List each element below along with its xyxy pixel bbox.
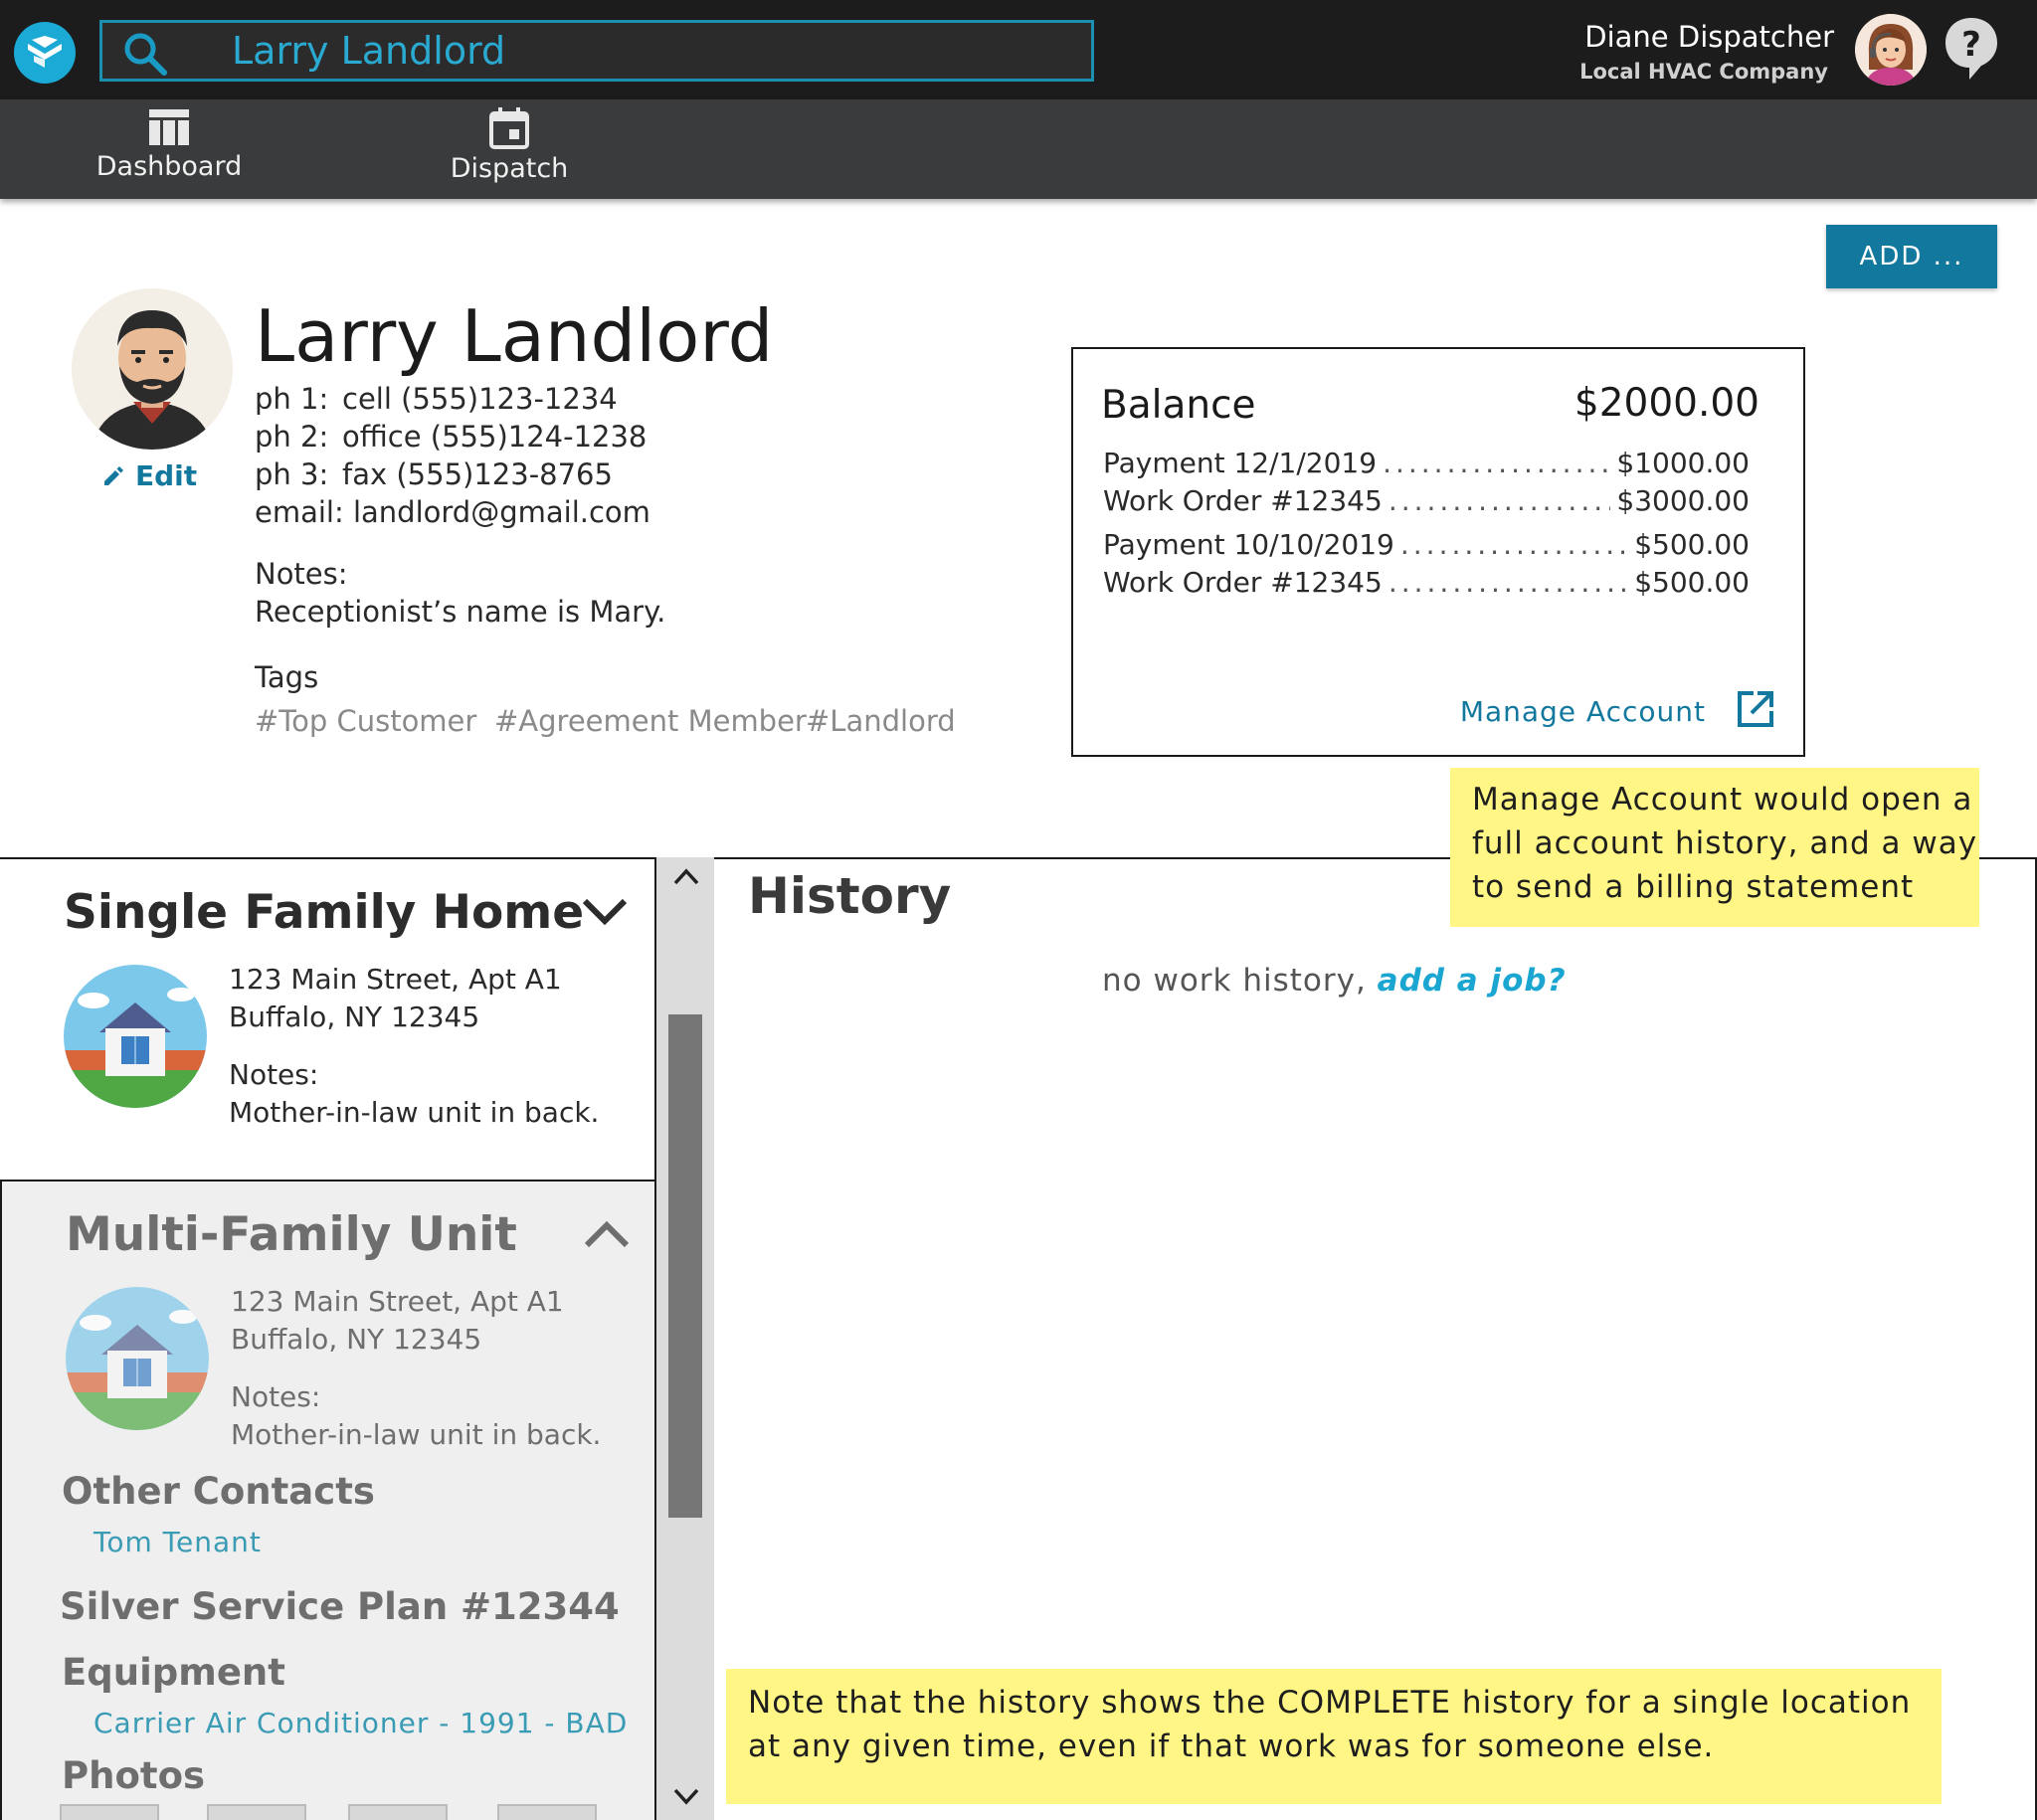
photo-thumbnail[interactable]: [207, 1804, 306, 1820]
ledger-amount: $500.00: [1634, 566, 1750, 599]
email-value: landlord@gmail.com: [352, 495, 650, 529]
search-input[interactable]: [232, 29, 1067, 73]
phone-label: ph 3:: [255, 457, 329, 491]
tags-label: Tags: [255, 660, 319, 694]
tag-agreement-member[interactable]: #Agreement Member: [494, 704, 807, 738]
nav-item-dispatch[interactable]: Dispatch: [400, 99, 619, 199]
phone-value: cell (555)123-1234: [342, 382, 618, 416]
external-link-icon[interactable]: [1736, 689, 1775, 729]
scrollbar[interactable]: [656, 857, 714, 1820]
empty-text: no work history,: [1102, 963, 1378, 999]
user-avatar[interactable]: [1855, 14, 1927, 86]
search-box[interactable]: [99, 20, 1094, 82]
history-title: History: [748, 867, 952, 925]
service-plan-title[interactable]: Silver Service Plan #12344: [60, 1585, 620, 1628]
ledger-label: Work Order #12345: [1103, 566, 1383, 599]
location-address-1: 123 Main Street, Apt A1: [229, 963, 562, 996]
scroll-up-icon[interactable]: [672, 865, 700, 889]
phone-2[interactable]: ph 2: office (555)124-1238: [255, 420, 647, 454]
add-job-link[interactable]: add a job?: [1378, 963, 1567, 999]
ledger-row: Work Order #12345.......................…: [1103, 484, 1750, 517]
email-line[interactable]: email: landlord@gmail.com: [255, 495, 650, 529]
other-contacts-title: Other Contacts: [62, 1470, 375, 1513]
location-notes-label: Notes:: [231, 1380, 321, 1413]
ledger-label: Payment 12/1/2019: [1103, 447, 1378, 479]
balance-title: Balance: [1101, 383, 1256, 428]
photo-thumbnail[interactable]: [497, 1804, 597, 1820]
top-bar: Diane Dispatcher Local HVAC Company ?: [0, 0, 2037, 99]
location-notes-label: Notes:: [229, 1058, 319, 1091]
user-name: Diane Dispatcher: [1584, 20, 1834, 54]
edit-link[interactable]: Edit: [101, 459, 197, 492]
email-label: email:: [255, 495, 344, 529]
location-address-2: Buffalo, NY 12345: [231, 1323, 482, 1356]
ledger-amount: $3000.00: [1616, 484, 1750, 517]
ledger-row: Work Order #12345.......................…: [1103, 566, 1750, 599]
customer-avatar: [72, 288, 233, 450]
locations-panel: Single Family Home 123 Main Street, Apt …: [0, 857, 656, 1820]
manage-account-link[interactable]: Manage Account: [1460, 695, 1706, 728]
phone-value: office (555)124-1238: [342, 420, 648, 454]
house-icon: [66, 1287, 209, 1430]
chevron-up-icon[interactable]: [583, 1219, 631, 1249]
phone-label: ph 1:: [255, 382, 329, 416]
app-logo-icon[interactable]: [14, 22, 76, 84]
ledger-label: Work Order #12345: [1103, 484, 1383, 517]
location-title: Single Family Home: [64, 885, 585, 940]
tag-top-customer[interactable]: #Top Customer: [255, 704, 476, 738]
ledger-amount: $500.00: [1634, 528, 1750, 561]
location-title: Multi-Family Unit: [66, 1207, 517, 1262]
chevron-down-icon[interactable]: [581, 897, 629, 927]
ledger-row: Payment 10/10/2019......................…: [1103, 528, 1750, 561]
phone-label: ph 2:: [255, 420, 329, 454]
ledger-amount: $1000.00: [1616, 447, 1750, 479]
calendar-icon: [489, 107, 529, 149]
search-icon: [124, 33, 167, 76]
pencil-icon: [104, 466, 123, 485]
balance-card: Balance $2000.00 Payment 12/1/2019......…: [1071, 347, 1805, 757]
customer-name: Larry Landlord: [255, 294, 774, 378]
nav-bar: Dashboard Dispatch: [0, 99, 2037, 199]
svg-text:?: ?: [1961, 25, 1981, 65]
annotation-note: Manage Account would open a full account…: [1450, 768, 1979, 927]
photo-thumbnail[interactable]: [60, 1804, 159, 1820]
add-button[interactable]: ADD ...: [1826, 225, 1997, 288]
contact-link[interactable]: Tom Tenant: [93, 1526, 262, 1558]
dashboard-icon: [149, 109, 189, 145]
notes-label: Notes:: [255, 557, 348, 591]
scroll-thumb[interactable]: [668, 1014, 702, 1518]
tag-landlord[interactable]: #Landlord: [806, 704, 956, 738]
customer-notes: Receptionist’s name is Mary.: [255, 595, 666, 629]
nav-label: Dispatch: [450, 153, 569, 184]
annotation-note: Note that the history shows the COMPLETE…: [726, 1669, 1942, 1804]
location-notes: Mother-in-law unit in back.: [231, 1418, 602, 1451]
empty-history-message: no work history, add a job?: [1102, 963, 1567, 999]
ledger-row: Payment 12/1/2019.......................…: [1103, 447, 1750, 479]
photo-thumbnail[interactable]: [348, 1804, 448, 1820]
phone-1[interactable]: ph 1: cell (555)123-1234: [255, 382, 618, 416]
location-card[interactable]: Single Family Home 123 Main Street, Apt …: [0, 859, 656, 1182]
location-address-2: Buffalo, NY 12345: [229, 1001, 480, 1033]
phone-3[interactable]: ph 3: fax (555)123-8765: [255, 457, 613, 491]
nav-label: Dashboard: [95, 151, 243, 182]
photos-title: Photos: [62, 1754, 206, 1797]
help-icon[interactable]: ?: [1944, 16, 1999, 82]
equipment-link[interactable]: Carrier Air Conditioner - 1991 - BAD: [93, 1707, 628, 1739]
equipment-title: Equipment: [62, 1651, 285, 1694]
house-icon: [64, 965, 207, 1108]
nav-item-dashboard[interactable]: Dashboard: [60, 99, 278, 199]
location-card-expanded[interactable]: Multi-Family Unit 123 Main Street, Apt A…: [0, 1182, 656, 1820]
phone-value: fax (555)123-8765: [342, 457, 613, 491]
balance-total: $2000.00: [1574, 381, 1759, 426]
ledger-label: Payment 10/10/2019: [1103, 528, 1394, 561]
scroll-down-icon[interactable]: [672, 1784, 700, 1808]
location-address-1: 123 Main Street, Apt A1: [231, 1285, 564, 1318]
edit-label: Edit: [135, 459, 198, 492]
location-notes: Mother-in-law unit in back.: [229, 1096, 600, 1129]
company-name: Local HVAC Company: [1579, 60, 1828, 84]
